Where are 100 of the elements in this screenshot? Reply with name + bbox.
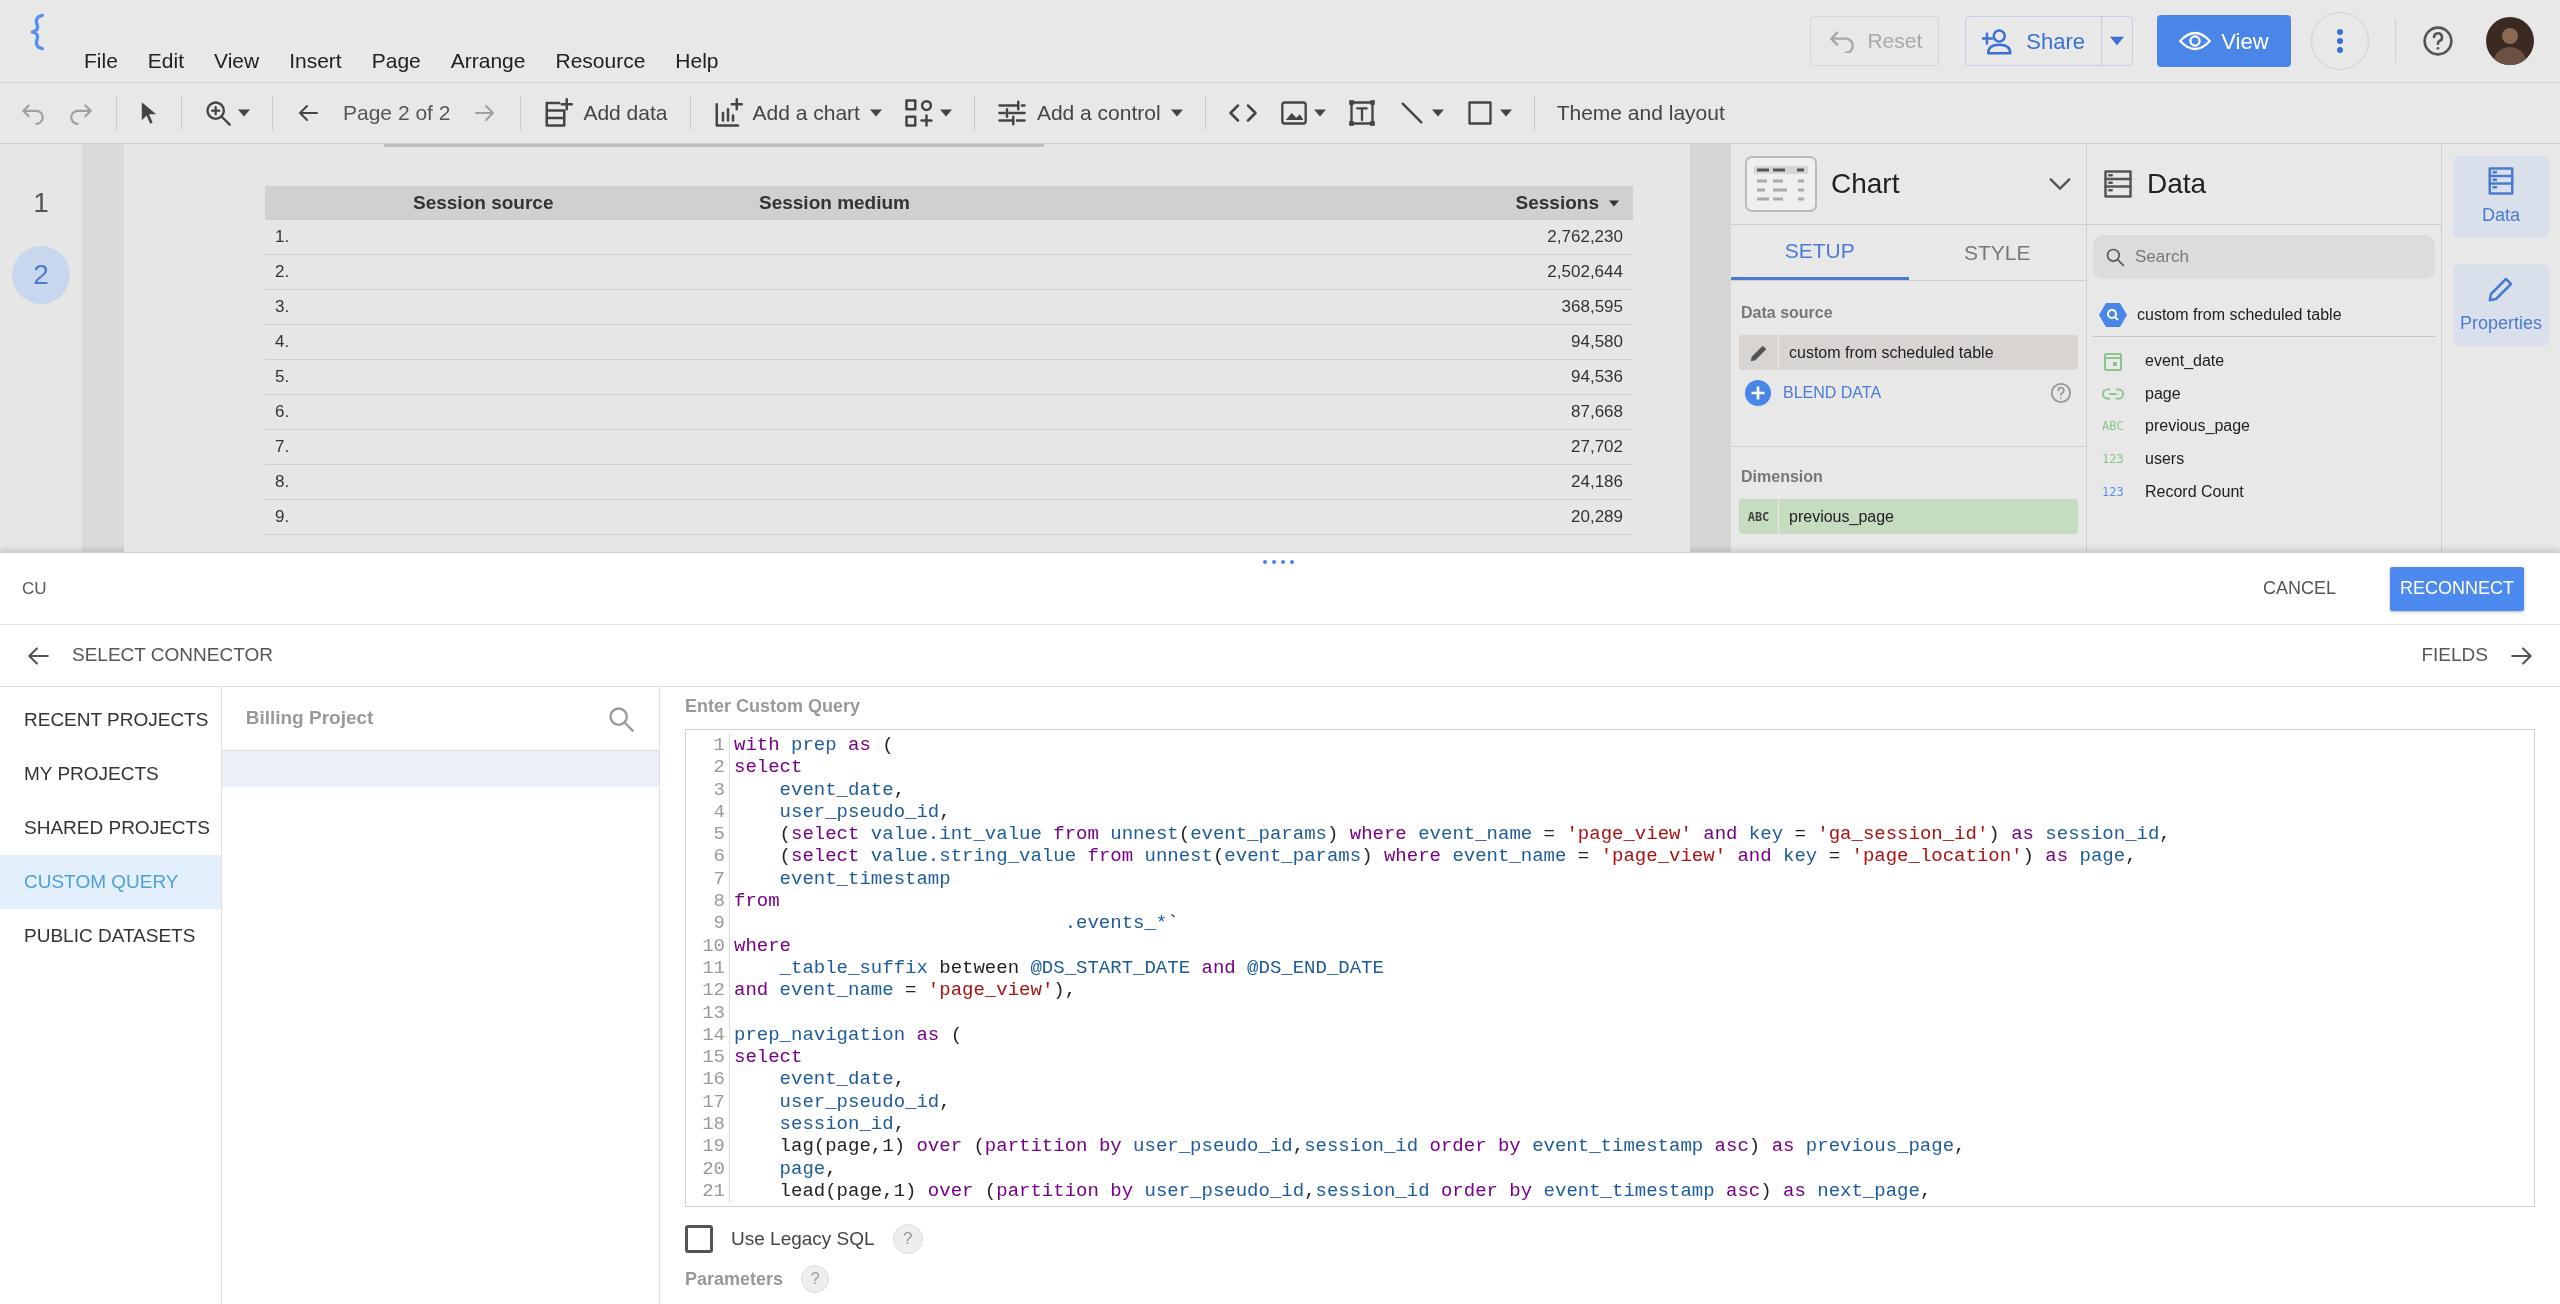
connector-nav-item[interactable]: PUBLIC DATASETS bbox=[0, 909, 221, 963]
connector-nav-item[interactable]: SHARED PROJECTS bbox=[0, 801, 221, 855]
caret-icon[interactable] bbox=[1431, 109, 1444, 117]
image-icon[interactable] bbox=[1279, 99, 1308, 127]
line-number: 10 bbox=[701, 934, 725, 957]
caret-icon[interactable] bbox=[939, 109, 952, 117]
code-line: lead(page,1) over (partition by user_pseudo_id,session_id order by event_timestamp asc) as next_page, bbox=[778, 1179, 1932, 1202]
menu-item[interactable]: Help bbox=[675, 44, 719, 76]
add-control-button[interactable]: Add a control bbox=[996, 97, 1183, 129]
line-number: 12 bbox=[701, 979, 725, 1002]
data-source-chip[interactable]: custom from scheduled table bbox=[1739, 335, 2078, 370]
row-index: 6. bbox=[275, 401, 291, 424]
add-data-icon bbox=[543, 98, 574, 128]
code-line: lag(page,1) over (partition by user_pseudo_id,session_id order by event_timestamp asc) as previous_page, bbox=[778, 1135, 1966, 1158]
help-icon[interactable] bbox=[2422, 25, 2454, 57]
menu-item[interactable]: Resource bbox=[555, 44, 646, 76]
menu-item[interactable]: Insert bbox=[289, 44, 342, 76]
code-line: event_date, bbox=[778, 778, 906, 801]
rectangle-icon[interactable] bbox=[1465, 99, 1494, 127]
fields-link[interactable]: FIELDS bbox=[2421, 641, 2536, 670]
code-line: (select value.int_value from unnest(event_params) where event_name = 'page_view' and key = 'ga_session_id') as session_id, bbox=[778, 823, 2171, 846]
field-name[interactable]: previous_page bbox=[2145, 414, 2250, 439]
column-header[interactable]: Session source bbox=[413, 188, 759, 218]
caret-icon[interactable] bbox=[1313, 109, 1326, 117]
menu-item[interactable]: View bbox=[214, 44, 260, 76]
line-number: 4 bbox=[712, 800, 725, 824]
line-number: 15 bbox=[701, 1046, 725, 1069]
line-number: 5 bbox=[712, 823, 725, 846]
caret-icon[interactable] bbox=[238, 109, 250, 117]
section-label: Enter Custom Query bbox=[685, 695, 862, 718]
line-number: 19 bbox=[701, 1135, 725, 1158]
code-editor[interactable] bbox=[685, 729, 2535, 1208]
data-source-name: custom from scheduled table bbox=[2137, 304, 2342, 325]
field-name[interactable]: users bbox=[2145, 447, 2185, 472]
add-data-button[interactable]: Add data bbox=[543, 97, 668, 129]
view-button[interactable]: View bbox=[2157, 15, 2291, 67]
row-index: 9. bbox=[275, 506, 291, 529]
code-line: event_timestamp bbox=[778, 867, 951, 890]
search-icon[interactable] bbox=[607, 704, 635, 733]
field-name[interactable]: Record Count bbox=[2145, 479, 2244, 504]
cancel-button[interactable]: CANCEL bbox=[2262, 575, 2336, 602]
code-line: where bbox=[734, 934, 791, 957]
code-line: select bbox=[734, 1046, 803, 1069]
panel-tab[interactable]: STYLE bbox=[1908, 225, 2086, 280]
line-number: 7 bbox=[712, 867, 725, 891]
table-cell-text: 2,762,230 bbox=[1547, 226, 1623, 249]
caret-icon bbox=[1170, 109, 1183, 117]
table-chart-icon[interactable] bbox=[1745, 156, 1817, 212]
field-name[interactable]: page bbox=[2145, 381, 2181, 406]
line-number: 11 bbox=[701, 956, 725, 980]
zoom-icon[interactable] bbox=[204, 99, 232, 127]
dimension-chip[interactable]: ABC previous_page bbox=[1739, 499, 2078, 534]
line-number: 20 bbox=[701, 1157, 725, 1180]
line-number: 6 bbox=[712, 845, 725, 868]
select-connector-link[interactable]: SELECT CONNECTOR bbox=[24, 641, 273, 670]
connector-nav-item[interactable]: MY PROJECTS bbox=[0, 747, 221, 801]
type-label: ABC bbox=[2102, 418, 2124, 436]
avatar[interactable] bbox=[2486, 17, 2534, 65]
add-chart-button[interactable]: Add a chart bbox=[712, 97, 882, 129]
checkbox-label: Use Legacy SQL bbox=[731, 1227, 875, 1251]
text-box-icon[interactable] bbox=[1347, 99, 1376, 127]
drag-handle-icon[interactable] bbox=[1262, 559, 1294, 565]
column-header[interactable]: Sessions bbox=[1515, 188, 1599, 218]
connector-nav-item[interactable]: RECENT PROJECTS bbox=[0, 693, 221, 747]
line-number: 16 bbox=[701, 1068, 725, 1091]
line-number: 17 bbox=[701, 1090, 725, 1114]
line-number: 13 bbox=[701, 1001, 725, 1024]
sort-descending-icon[interactable] bbox=[1609, 199, 1619, 207]
checkbox[interactable] bbox=[685, 1225, 713, 1254]
caret-icon bbox=[869, 109, 882, 117]
menu-item[interactable]: Edit bbox=[147, 44, 185, 76]
menu-item[interactable]: Page bbox=[371, 44, 421, 76]
code-line: select bbox=[734, 756, 803, 779]
theme-and-layout-button[interactable]: Theme and layout bbox=[1556, 97, 1725, 129]
table-cell-text: 94,580 bbox=[1571, 331, 1623, 354]
column-header[interactable]: Session medium bbox=[759, 188, 1011, 218]
field-name[interactable]: event_date bbox=[2145, 349, 2225, 374]
line-number: 1 bbox=[712, 734, 725, 757]
menu-item[interactable]: Arrange bbox=[450, 44, 526, 76]
search-field[interactable]: Search bbox=[2093, 235, 2435, 279]
search-icon bbox=[2105, 247, 2125, 267]
code-line: prep_navigation as ( bbox=[734, 1023, 963, 1046]
page-number[interactable]: 1 bbox=[12, 174, 70, 232]
row-index: 5. bbox=[275, 366, 291, 389]
row-index: 2. bbox=[275, 261, 291, 284]
chevron-down-icon[interactable] bbox=[2048, 177, 2072, 191]
table-cell-text: 2,502,644 bbox=[1547, 261, 1623, 284]
community-visualization-icon[interactable] bbox=[903, 98, 934, 128]
table-cell-text: 87,668 bbox=[1571, 401, 1623, 424]
line-number: 8 bbox=[712, 890, 725, 913]
menu-item[interactable]: File bbox=[84, 44, 118, 76]
database-icon bbox=[2486, 165, 2516, 196]
code-line: user_pseudo_id, bbox=[778, 1090, 951, 1113]
row-index: 4. bbox=[275, 331, 291, 354]
line-number: 18 bbox=[701, 1113, 725, 1136]
plus-circle-icon[interactable] bbox=[1745, 380, 1771, 406]
caret-icon[interactable] bbox=[1499, 109, 1512, 117]
row-index: 3. bbox=[275, 296, 291, 319]
code-icon[interactable] bbox=[1227, 101, 1258, 125]
panel-title: Data bbox=[2147, 167, 2207, 201]
